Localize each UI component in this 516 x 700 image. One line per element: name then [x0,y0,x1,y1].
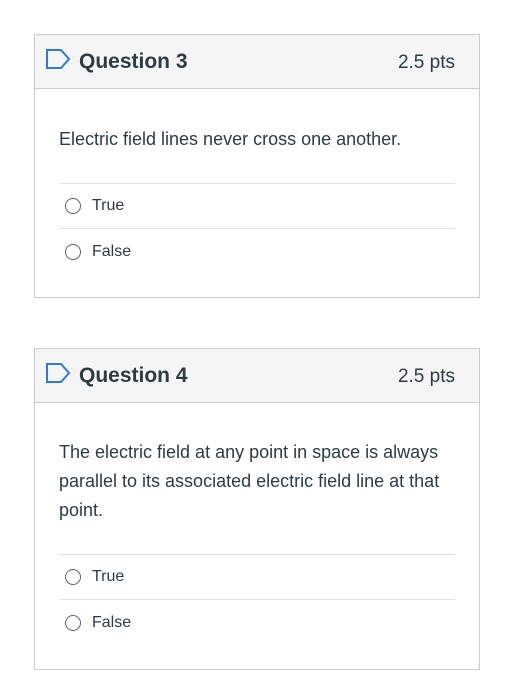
question-text: Electric field lines never cross one ano… [59,129,402,149]
flag-question-icon[interactable] [45,48,71,70]
answer-option-true[interactable]: True [59,555,455,600]
answer-label: True [92,568,125,585]
question-text: The electric field at any point in space… [59,442,440,520]
question-header: Question 4 2.5 pts [35,349,479,403]
answer-list: True False [59,183,455,274]
answer-label: True [92,197,125,214]
answer-label: False [92,613,132,631]
question-body: The electric field at any point in space… [35,403,479,645]
answer-list: True False [59,554,455,645]
answer-option-false[interactable]: False [59,229,455,274]
question-card: Question 3 2.5 pts Electric field lines … [34,34,480,298]
question-card: Question 4 2.5 pts The electric field at… [34,348,480,670]
question-points: 2.5 pts [397,52,455,73]
radio-button[interactable] [65,198,81,214]
question-header: Question 3 2.5 pts [35,35,479,89]
answer-option-false[interactable]: False [59,600,455,645]
flag-question-icon[interactable] [45,362,71,384]
answer-option-true[interactable]: True [59,184,455,229]
radio-button[interactable] [65,614,81,631]
question-title: Question 4 [79,364,188,387]
answer-label: False [92,242,132,260]
question-points: 2.5 pts [397,366,455,387]
question-body: Electric field lines never cross one ano… [35,89,479,274]
question-title: Question 3 [79,50,188,73]
radio-button[interactable] [65,569,81,585]
radio-button[interactable] [65,243,81,260]
